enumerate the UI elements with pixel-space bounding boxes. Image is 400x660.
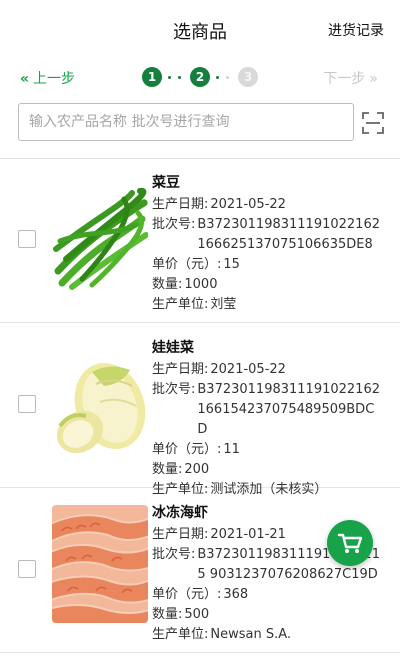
quantity-value: 1000 <box>184 277 218 292</box>
unit-price-label: 单价（元）: <box>152 442 222 457</box>
step-dot <box>178 76 181 79</box>
production-date-value: 2021-05-22 <box>210 362 286 377</box>
producer-label: 生产单位: <box>152 297 209 312</box>
product-info: 菜豆 生产日期: 2021-05-22 批次号: B3723011983111910… <box>152 173 392 315</box>
unit-price-label: 单价（元）: <box>152 587 222 602</box>
product-name: 娃娃菜 <box>152 340 194 356</box>
batch-no-value: B372301198311191022162166625137075106635… <box>197 217 380 252</box>
producer-value: Newsan S.A. <box>210 627 292 642</box>
unit-price-label: 单价（元）: <box>152 257 222 272</box>
search-box <box>18 103 354 141</box>
batch-no-value: B372301198311191022162166154237075489509… <box>197 382 380 437</box>
step-2-indicator: 2 <box>190 67 210 87</box>
cart-fab-button[interactable] <box>327 520 373 566</box>
production-date-label: 生产日期: <box>152 527 209 542</box>
batch-no-label: 批次号: <box>152 217 196 232</box>
scan-icon[interactable] <box>362 112 384 134</box>
double-chevron-left-icon: « <box>20 71 30 87</box>
unit-price-value: 15 <box>223 257 240 272</box>
product-checkbox[interactable] <box>18 560 36 578</box>
purchase-history-link[interactable]: 进货记录 <box>328 20 384 40</box>
product-item[interactable]: 娃娃菜 生产日期: 2021-05-22 批次号: B372301198311191… <box>0 324 400 497</box>
double-chevron-right-icon: » <box>369 71 378 87</box>
step-3-indicator: 3 <box>238 67 258 87</box>
product-info: 娃娃菜 生产日期: 2021-05-22 批次号: B372301198311191… <box>152 338 392 500</box>
product-image-baby-cabbage <box>52 340 148 458</box>
batch-no-label: 批次号: <box>152 382 196 397</box>
quantity-value: 200 <box>184 462 210 477</box>
step-dot <box>216 76 219 79</box>
quantity-label: 数量: <box>152 462 183 477</box>
product-checkbox[interactable] <box>18 395 36 413</box>
product-image-green-beans <box>52 175 148 293</box>
step-navigator: «上一步 1 2 3 下一步» <box>0 62 400 94</box>
prev-step-button[interactable]: «上一步 <box>20 68 75 88</box>
production-date-label: 生产日期: <box>152 197 209 212</box>
step-1-indicator: 1 <box>142 67 162 87</box>
search-input[interactable] <box>19 104 353 140</box>
prev-step-label: 上一步 <box>33 71 76 87</box>
next-step-button[interactable]: 下一步» <box>323 68 378 88</box>
quantity-label: 数量: <box>152 277 183 292</box>
producer-value: 刘莹 <box>210 297 237 312</box>
production-date-value: 2021-05-22 <box>210 197 286 212</box>
step-dot <box>168 76 171 79</box>
producer-label: 生产单位: <box>152 627 209 642</box>
batch-no-label: 批次号: <box>152 547 196 562</box>
step-dot <box>226 76 229 79</box>
app-header: 选商品 进货记录 <box>0 0 400 60</box>
product-image-frozen-shrimp <box>52 505 148 623</box>
quantity-label: 数量: <box>152 607 183 622</box>
product-item[interactable]: 冰冻海虾 生产日期: 2021-01-21 批次号: B37230119831119… <box>0 489 400 653</box>
cart-icon <box>337 533 363 553</box>
production-date-value: 2021-01-21 <box>210 527 286 542</box>
product-name: 菜豆 <box>152 175 180 191</box>
product-item[interactable]: 菜豆 生产日期: 2021-05-22 批次号: B3723011983111910… <box>0 159 400 323</box>
next-step-label: 下一步 <box>323 71 366 87</box>
production-date-label: 生产日期: <box>152 362 209 377</box>
unit-price-value: 368 <box>223 587 249 602</box>
unit-price-value: 11 <box>223 442 240 457</box>
quantity-value: 500 <box>184 607 210 622</box>
product-checkbox[interactable] <box>18 230 36 248</box>
